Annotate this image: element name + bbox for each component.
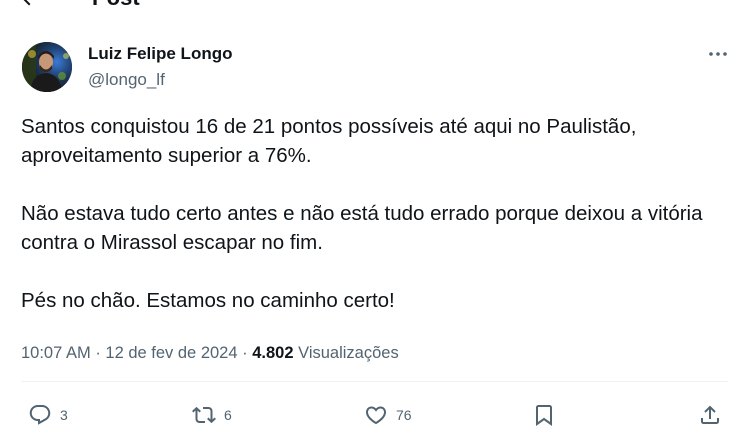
- repost-count: 6: [224, 407, 232, 423]
- repost-button[interactable]: 6: [192, 402, 232, 428]
- heart-icon: [365, 406, 387, 425]
- tweet-paragraph: Santos conquistou 16 de 21 pontos possív…: [21, 115, 637, 167]
- like-button[interactable]: 76: [364, 402, 412, 428]
- views-count: 4.802: [252, 344, 294, 362]
- bookmark-icon: [536, 405, 552, 426]
- author-handle[interactable]: @longo_lf: [88, 70, 165, 90]
- meta-separator: ·: [242, 344, 248, 362]
- more-options-button[interactable]: [704, 44, 732, 64]
- arrow-left-icon[interactable]: [18, 0, 42, 10]
- divider: [21, 381, 728, 382]
- tweet-paragraph: Pés no chão. Estamos no caminho certo!: [21, 289, 395, 312]
- tweet-date[interactable]: 12 de fev de 2024: [105, 344, 237, 362]
- meta-separator: ·: [95, 344, 101, 362]
- tweet-time[interactable]: 10:07 AM: [21, 344, 91, 362]
- share-button[interactable]: [698, 402, 722, 428]
- reply-icon: [29, 405, 51, 425]
- like-count: 76: [396, 407, 412, 423]
- tweet-meta: 10:07 AM · 12 de fev de 2024 · 4.802 Vis…: [21, 342, 399, 364]
- share-icon: [701, 405, 719, 424]
- more-horizontal-icon: [709, 52, 727, 56]
- reply-button[interactable]: 3: [28, 402, 68, 428]
- avatar[interactable]: [22, 42, 72, 92]
- views-label: Visualizações: [298, 344, 399, 362]
- reply-count: 3: [60, 407, 68, 423]
- repost-icon: [192, 406, 216, 424]
- author-name[interactable]: Luiz Felipe Longo: [88, 44, 232, 64]
- tweet-paragraph: Não estava tudo certo antes e não está t…: [21, 202, 703, 254]
- page-title: Post: [92, 0, 140, 10]
- tweet-text: Santos conquistou 16 de 21 pontos possív…: [21, 112, 721, 344]
- page-header: Post: [0, 0, 749, 14]
- bookmark-button[interactable]: [532, 402, 556, 428]
